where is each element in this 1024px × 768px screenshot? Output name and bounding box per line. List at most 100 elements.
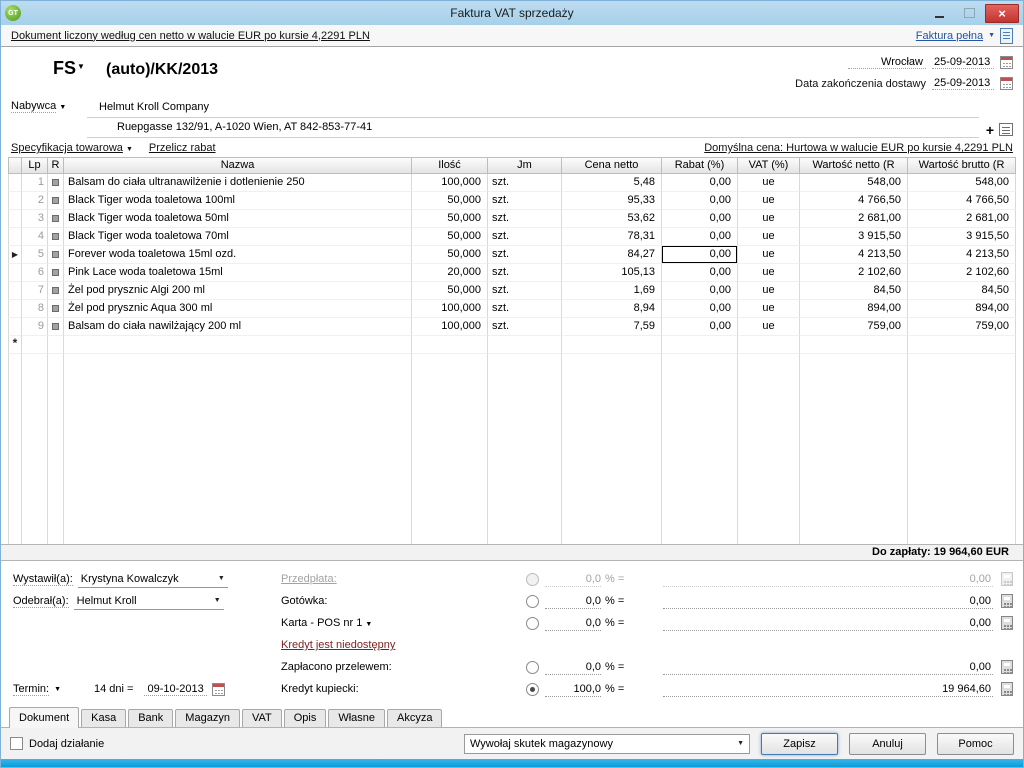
column-header-1[interactable]: Lp — [22, 157, 48, 174]
delivery-date-field[interactable]: 25-09-2013 — [932, 77, 994, 90]
cell-unit[interactable]: szt. — [488, 174, 562, 192]
spec-dropdown[interactable]: Specyfikacja towarowa ▼ — [11, 142, 133, 154]
save-button[interactable]: Zapisz — [761, 733, 838, 755]
prepayment-amount-field[interactable]: 0,00 — [663, 572, 993, 587]
credit-unavailable-link[interactable]: Kredyt jest niedostępny — [281, 639, 519, 651]
calendar-icon[interactable] — [1000, 77, 1013, 90]
add-action-checkbox[interactable] — [10, 737, 23, 750]
default-price-link[interactable]: Domyślna cena: Hurtowa w walucie EUR po … — [704, 142, 1013, 154]
cell-gross-value[interactable]: 4 766,50 — [908, 192, 1016, 210]
cell-net-price[interactable]: 1,69 — [562, 282, 662, 300]
cell-unit[interactable]: szt. — [488, 300, 562, 318]
column-header-6[interactable]: Cena netto — [562, 157, 662, 174]
cell-quantity[interactable]: 50,000 — [412, 246, 488, 264]
tab-akcyza[interactable]: Akcyza — [387, 709, 442, 727]
column-header-4[interactable]: Ilość — [412, 157, 488, 174]
cell-unit[interactable]: szt. — [488, 318, 562, 336]
transfer-amount-field[interactable]: 0,00 — [663, 660, 993, 675]
cell-unit[interactable]: szt. — [488, 210, 562, 228]
column-header-8[interactable]: VAT (%) — [738, 157, 800, 174]
trade-credit-amount-field[interactable]: 19 964,60 — [663, 682, 993, 697]
cell-quantity[interactable]: 50,000 — [412, 210, 488, 228]
cash-radio[interactable] — [526, 595, 539, 608]
calculator-icon[interactable] — [1001, 616, 1013, 630]
table-row[interactable]: 4Black Tiger woda toaletowa 70ml50,000sz… — [8, 228, 1016, 246]
cell-quantity[interactable]: 100,000 — [412, 318, 488, 336]
cell-vat[interactable]: ue — [738, 210, 800, 228]
table-row[interactable]: 7Żel pod prysznic Algi 200 ml50,000szt.1… — [8, 282, 1016, 300]
warehouse-effect-select[interactable]: Wywołaj skutek magazynowy ▼ — [464, 734, 750, 754]
calculator-icon[interactable] — [1001, 572, 1013, 586]
table-row[interactable]: 2Black Tiger woda toaletowa 100ml50,000s… — [8, 192, 1016, 210]
cell-net-price[interactable]: 105,13 — [562, 264, 662, 282]
new-item-row[interactable]: * — [8, 336, 1016, 354]
card-percent-field[interactable]: 0,0 — [545, 616, 601, 631]
cell-quantity[interactable]: 100,000 — [412, 300, 488, 318]
prepayment-radio[interactable] — [526, 573, 539, 586]
cell-discount[interactable]: 0,00 — [662, 300, 738, 318]
cell-gross-value[interactable]: 759,00 — [908, 318, 1016, 336]
tab-dokument[interactable]: Dokument — [9, 707, 79, 728]
cell-name[interactable]: Żel pod prysznic Algi 200 ml — [64, 282, 412, 300]
cell-net-price[interactable]: 95,33 — [562, 192, 662, 210]
maximize-button[interactable] — [955, 4, 983, 23]
prepayment-label[interactable]: Przedpłata: — [281, 573, 519, 585]
recalc-discount-link[interactable]: Przelicz rabat — [149, 142, 216, 154]
cancel-button[interactable]: Anuluj — [849, 733, 926, 755]
cell-name[interactable]: Balsam do ciała ultranawilżenie i dotlen… — [64, 174, 412, 192]
cell-vat[interactable]: ue — [738, 264, 800, 282]
cell-name[interactable]: Black Tiger woda toaletowa 70ml — [64, 228, 412, 246]
column-header-2[interactable]: R — [48, 157, 64, 174]
cell-vat[interactable]: ue — [738, 228, 800, 246]
cell-discount[interactable]: 0,00 — [662, 210, 738, 228]
card-radio[interactable] — [526, 617, 539, 630]
currency-info-link[interactable]: Dokument liczony według cen netto w walu… — [11, 30, 370, 42]
cell-net-value[interactable]: 759,00 — [800, 318, 908, 336]
received-by-label[interactable]: Odebrał(a): — [13, 595, 69, 608]
calculator-icon[interactable] — [1001, 682, 1013, 696]
cell-net-value[interactable]: 3 915,50 — [800, 228, 908, 246]
cell-unit[interactable]: szt. — [488, 228, 562, 246]
table-row[interactable]: 1Balsam do ciała ultranawilżenie i dotle… — [8, 174, 1016, 192]
tab-vat[interactable]: VAT — [242, 709, 282, 727]
term-dropdown[interactable]: Termin: — [13, 683, 49, 696]
tab-kasa[interactable]: Kasa — [81, 709, 126, 727]
cell-net-value[interactable]: 4 766,50 — [800, 192, 908, 210]
doc-type-dropdown[interactable]: FS▼ — [53, 58, 85, 78]
column-header-3[interactable]: Nazwa — [64, 157, 412, 174]
table-row[interactable]: 3Black Tiger woda toaletowa 50ml50,000sz… — [8, 210, 1016, 228]
cell-discount[interactable]: 0,00 — [662, 318, 738, 336]
calculator-icon[interactable] — [1001, 594, 1013, 608]
cell-gross-value[interactable]: 84,50 — [908, 282, 1016, 300]
cell-unit[interactable]: szt. — [488, 282, 562, 300]
trade-credit-percent-field[interactable]: 100,0 — [545, 682, 601, 697]
tab-własne[interactable]: Własne — [328, 709, 385, 727]
buyer-list-icon[interactable] — [999, 123, 1013, 136]
prepayment-percent-field[interactable]: 0,0 — [545, 572, 601, 587]
buyer-address-field[interactable]: Ruepgasse 132/91, A-1020 Wien, AT 842-85… — [87, 118, 979, 138]
cell-vat[interactable]: ue — [738, 300, 800, 318]
invoice-type-link[interactable]: Faktura pełna — [916, 30, 983, 42]
cell-gross-value[interactable]: 894,00 — [908, 300, 1016, 318]
cell-quantity[interactable]: 100,000 — [412, 174, 488, 192]
cell-net-value[interactable]: 548,00 — [800, 174, 908, 192]
cell-name[interactable]: Forever woda toaletowa 15ml ozd. — [64, 246, 412, 264]
buyer-label-dropdown[interactable]: Nabywca ▼ — [11, 97, 87, 139]
cell-net-value[interactable]: 894,00 — [800, 300, 908, 318]
cell-name[interactable]: Black Tiger woda toaletowa 50ml — [64, 210, 412, 228]
column-header-9[interactable]: Wartość netto (R — [800, 157, 908, 174]
cell-quantity[interactable]: 20,000 — [412, 264, 488, 282]
cell-name[interactable]: Pink Lace woda toaletowa 15ml — [64, 264, 412, 282]
cell-name[interactable]: Żel pod prysznic Aqua 300 ml — [64, 300, 412, 318]
cell-discount[interactable]: 0,00 — [662, 282, 738, 300]
cell-vat[interactable]: ue — [738, 246, 800, 264]
column-header-10[interactable]: Wartość brutto (R — [908, 157, 1016, 174]
add-buyer-icon[interactable]: + — [986, 124, 994, 136]
cell-vat[interactable]: ue — [738, 192, 800, 210]
column-header-7[interactable]: Rabat (%) — [662, 157, 738, 174]
card-dropdown[interactable]: Karta - POS nr 1 ▼ — [281, 617, 519, 629]
cash-percent-field[interactable]: 0,0 — [545, 594, 601, 609]
cell-vat[interactable]: ue — [738, 318, 800, 336]
term-date-field[interactable]: 09-10-2013 — [144, 683, 206, 696]
cell-gross-value[interactable]: 2 102,60 — [908, 264, 1016, 282]
